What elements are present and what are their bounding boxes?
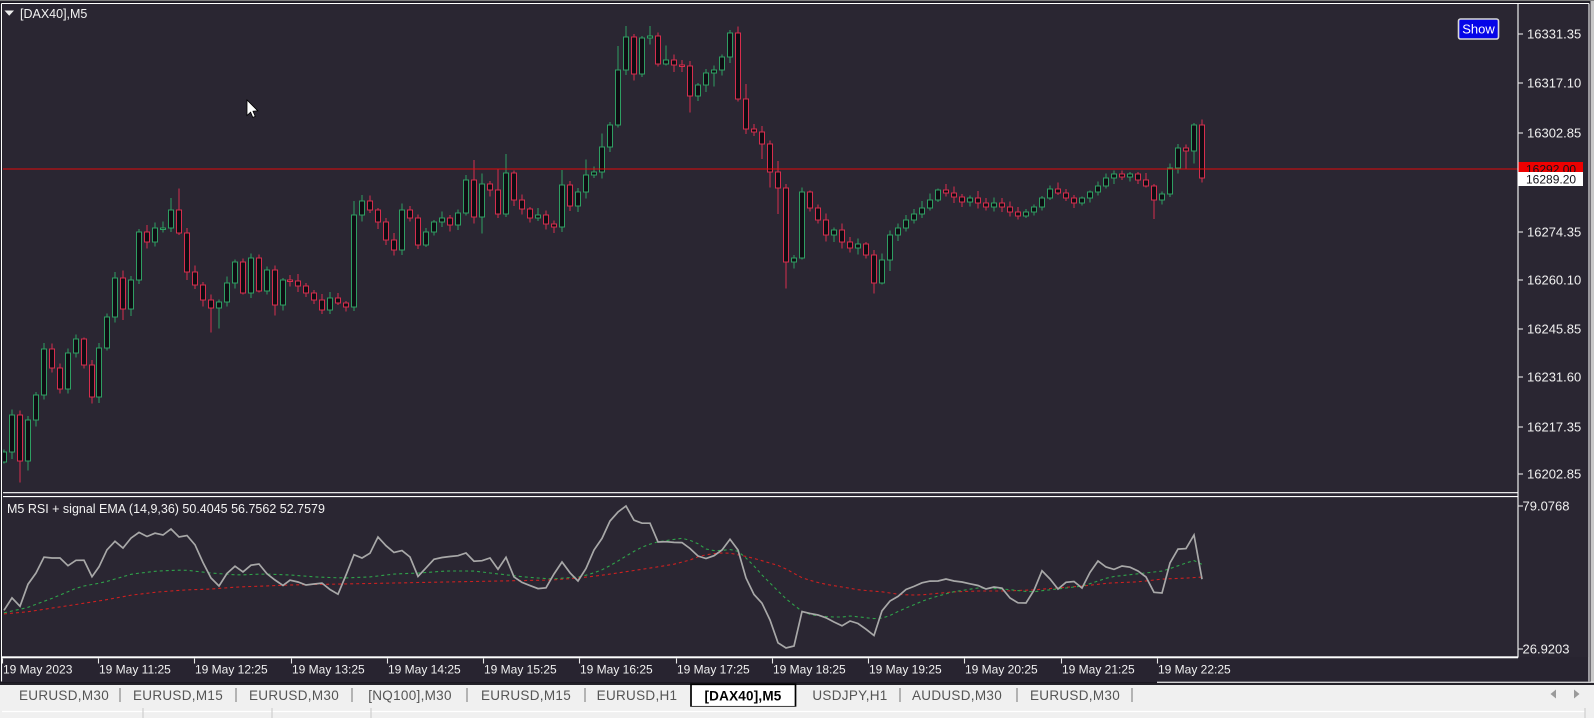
svg-text:16302.85: 16302.85	[1527, 125, 1581, 140]
svg-text:16317.10: 16317.10	[1527, 75, 1581, 90]
svg-text:19 May 11:25: 19 May 11:25	[99, 663, 171, 677]
svg-text:EURUSD,M30: EURUSD,M30	[249, 688, 339, 703]
svg-text:EURUSD,M30: EURUSD,M30	[19, 688, 109, 703]
svg-text:19 May 15:25: 19 May 15:25	[484, 663, 557, 677]
svg-text:AUDUSD,M30: AUDUSD,M30	[912, 688, 1002, 703]
svg-text:16217.35: 16217.35	[1527, 419, 1581, 434]
svg-text:19 May 16:25: 19 May 16:25	[580, 663, 653, 677]
svg-text:19 May 21:25: 19 May 21:25	[1062, 663, 1135, 677]
svg-text:16331.35: 16331.35	[1527, 26, 1581, 41]
svg-text:19 May 20:25: 19 May 20:25	[965, 663, 1038, 677]
svg-text:EURUSD,M30: EURUSD,M30	[1030, 688, 1120, 703]
svg-text:26.9203: 26.9203	[1523, 641, 1570, 656]
svg-text:Show: Show	[1462, 22, 1495, 37]
svg-text:16231.60: 16231.60	[1527, 369, 1581, 384]
svg-text:19 May 18:25: 19 May 18:25	[773, 663, 846, 677]
svg-text:19 May 14:25: 19 May 14:25	[388, 663, 461, 677]
svg-text:19 May 17:25: 19 May 17:25	[677, 663, 750, 677]
svg-text:79.0768: 79.0768	[1523, 498, 1570, 513]
svg-text:EURUSD,M15: EURUSD,M15	[481, 688, 571, 703]
svg-text:16274.35: 16274.35	[1527, 224, 1581, 239]
svg-text:16260.10: 16260.10	[1527, 272, 1581, 287]
svg-text:EURUSD,M15: EURUSD,M15	[133, 688, 223, 703]
svg-text:19 May 2023: 19 May 2023	[3, 663, 73, 677]
svg-text:[DAX40],M5: [DAX40],M5	[20, 7, 87, 21]
svg-text:[NQ100],M30: [NQ100],M30	[368, 688, 452, 703]
svg-text:M5 RSI + signal EMA (14,9,36): M5 RSI + signal EMA (14,9,36) 50.4045 56…	[7, 502, 325, 516]
svg-text:19 May 22:25: 19 May 22:25	[1158, 663, 1231, 677]
svg-text:EURUSD,H1: EURUSD,H1	[597, 688, 678, 703]
svg-text:16245.85: 16245.85	[1527, 321, 1581, 336]
svg-text:16202.85: 16202.85	[1527, 466, 1581, 481]
svg-text:19 May 19:25: 19 May 19:25	[869, 663, 942, 677]
svg-text:USDJPY,H1: USDJPY,H1	[812, 688, 887, 703]
svg-text:19 May 13:25: 19 May 13:25	[292, 663, 365, 677]
svg-text:[DAX40],M5: [DAX40],M5	[704, 689, 781, 704]
svg-text:16289.20: 16289.20	[1526, 173, 1576, 187]
svg-text:19 May 12:25: 19 May 12:25	[195, 663, 268, 677]
